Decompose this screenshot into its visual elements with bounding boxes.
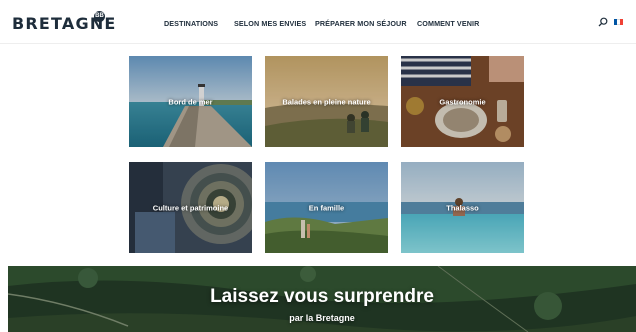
tile-label: Thalasso: [446, 203, 479, 212]
tile-label: Gastronomie: [439, 97, 486, 106]
tile-balades-nature[interactable]: Balades en pleine nature: [265, 56, 388, 147]
nav-selon-mes-envies[interactable]: SELON MES ENVIES: [234, 19, 306, 28]
nav-preparer-mon-sejour[interactable]: PRÉPARER MON SÉJOUR: [315, 19, 407, 28]
hero-banner: Laissez vous surprendre par la Bretagne: [8, 266, 636, 332]
banner-title: Laissez vous surprendre: [210, 286, 434, 307]
french-flag-icon[interactable]: [614, 19, 623, 25]
tile-label: Bord de mer: [168, 97, 213, 106]
tile-thalasso[interactable]: Thalasso: [401, 162, 524, 253]
tile-label: Balades en pleine nature: [282, 97, 371, 106]
tile-label: Culture et patrimoine: [152, 203, 229, 212]
tile-en-famille[interactable]: En famille: [265, 162, 388, 253]
logo-badge: BB: [94, 11, 105, 22]
nav-destinations[interactable]: DESTINATIONS: [164, 19, 218, 28]
search-icon[interactable]: [598, 17, 608, 27]
tile-gastronomie[interactable]: Gastronomie: [401, 56, 524, 147]
nav-comment-venir[interactable]: COMMENT VENIR: [417, 19, 479, 28]
tile-culture-patrimoine[interactable]: Culture et patrimoine: [129, 162, 252, 253]
tile-label: En famille: [308, 203, 345, 212]
banner-subtitle: par la Bretagne: [289, 313, 355, 323]
site-header: BRETAGNE BB DESTINATIONS SELON MES ENVIE…: [0, 0, 636, 44]
tile-bord-de-mer[interactable]: Bord de mer: [129, 56, 252, 147]
